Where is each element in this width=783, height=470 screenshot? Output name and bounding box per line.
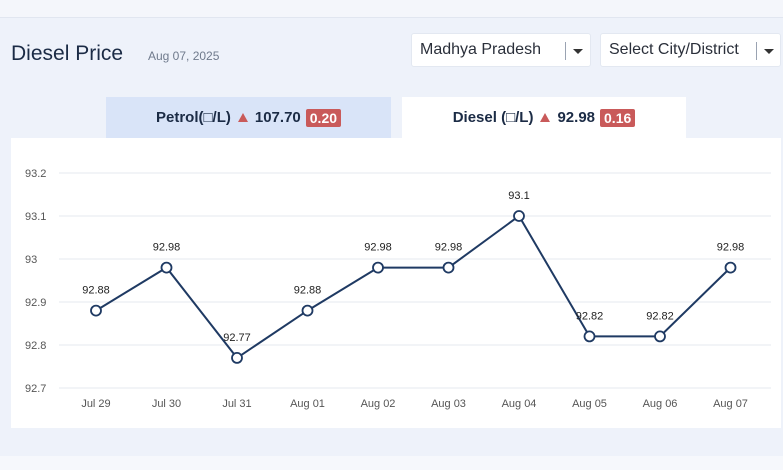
chart-panel: 93.2 93.1 93 92.9 92.8 92.7 Jul 29 Jul 30 Jul 31…: [11, 138, 781, 428]
dropdown-separator: [756, 42, 757, 60]
bottom-strip: [0, 456, 783, 470]
city-dropdown[interactable]: Select City/District: [600, 33, 781, 67]
data-label: 92.88: [294, 285, 322, 297]
data-point: [231, 351, 243, 364]
tab-petrol-price: 107.70: [254, 109, 301, 126]
y-tick-label: 92.9: [25, 297, 46, 309]
tab-diesel[interactable]: Diesel (□/L) 92.98 0.16: [402, 97, 686, 138]
tab-petrol-label: Petrol(□/L): [155, 109, 231, 126]
x-tick-label: Jul 30: [152, 398, 181, 410]
tab-diesel-label: Diesel (□/L): [452, 109, 534, 126]
x-tick-label: Aug 07: [713, 398, 748, 410]
state-dropdown[interactable]: Madhya Pradesh: [411, 33, 591, 67]
x-tick-label: Jul 31: [222, 398, 251, 410]
chevron-down-icon[interactable]: [764, 49, 774, 54]
y-tick-label: 92.7: [25, 383, 46, 395]
x-tick-label: Aug 05: [572, 398, 607, 410]
price-date: Aug 07, 2025: [148, 49, 220, 63]
city-dropdown-placeholder: Select City/District: [609, 41, 739, 58]
data-point: [372, 261, 384, 274]
x-tick-label: Aug 02: [361, 398, 396, 410]
data-label: 92.77: [223, 332, 251, 344]
y-tick-label: 93.2: [25, 168, 46, 180]
price-line-chart: 93.2 93.1 93 92.9 92.8 92.7 Jul 29 Jul 30 Jul 31…: [25, 168, 771, 410]
top-strip: [0, 0, 783, 18]
data-label: 92.98: [435, 242, 463, 254]
data-label: 92.88: [82, 285, 110, 297]
x-tick-label: Aug 04: [502, 398, 537, 410]
x-tick-label: Jul 29: [81, 398, 110, 410]
data-label: 92.82: [576, 310, 604, 322]
tab-petrol[interactable]: Petrol(□/L) 107.70 0.20: [106, 97, 391, 138]
chevron-down-icon[interactable]: [573, 49, 583, 54]
price-up-icon: [540, 113, 551, 122]
state-dropdown-value: Madhya Pradesh: [420, 41, 541, 58]
x-tick-label: Aug 06: [643, 398, 678, 410]
data-label: 92.82: [646, 310, 674, 322]
dropdown-separator: [565, 42, 566, 60]
data-label: 92.98: [364, 242, 392, 254]
diesel-change-badge: 0.16: [600, 108, 636, 127]
data-point: [160, 261, 173, 274]
data-label: 92.98: [717, 242, 745, 254]
data-point: [301, 304, 314, 317]
price-up-icon: [237, 113, 248, 122]
data-point: [90, 304, 102, 317]
data-label: 92.98: [153, 242, 181, 254]
x-tick-label: Aug 03: [431, 398, 466, 410]
data-label: 93.1: [508, 190, 529, 202]
page-title: Diesel Price: [11, 42, 124, 65]
y-tick-label: 93.1: [25, 211, 46, 223]
data-point: [654, 330, 666, 343]
y-tick-label: 92.8: [25, 340, 46, 352]
y-tick-label: 93: [25, 254, 37, 266]
x-tick-label: Aug 01: [290, 398, 325, 410]
data-point: [724, 261, 737, 274]
series-line: [95, 214, 732, 360]
data-point: [583, 330, 596, 343]
data-point: [442, 261, 455, 274]
data-point: [513, 210, 525, 222]
petrol-change-badge: 0.20: [305, 108, 342, 127]
tab-diesel-price: 92.98: [557, 109, 596, 126]
